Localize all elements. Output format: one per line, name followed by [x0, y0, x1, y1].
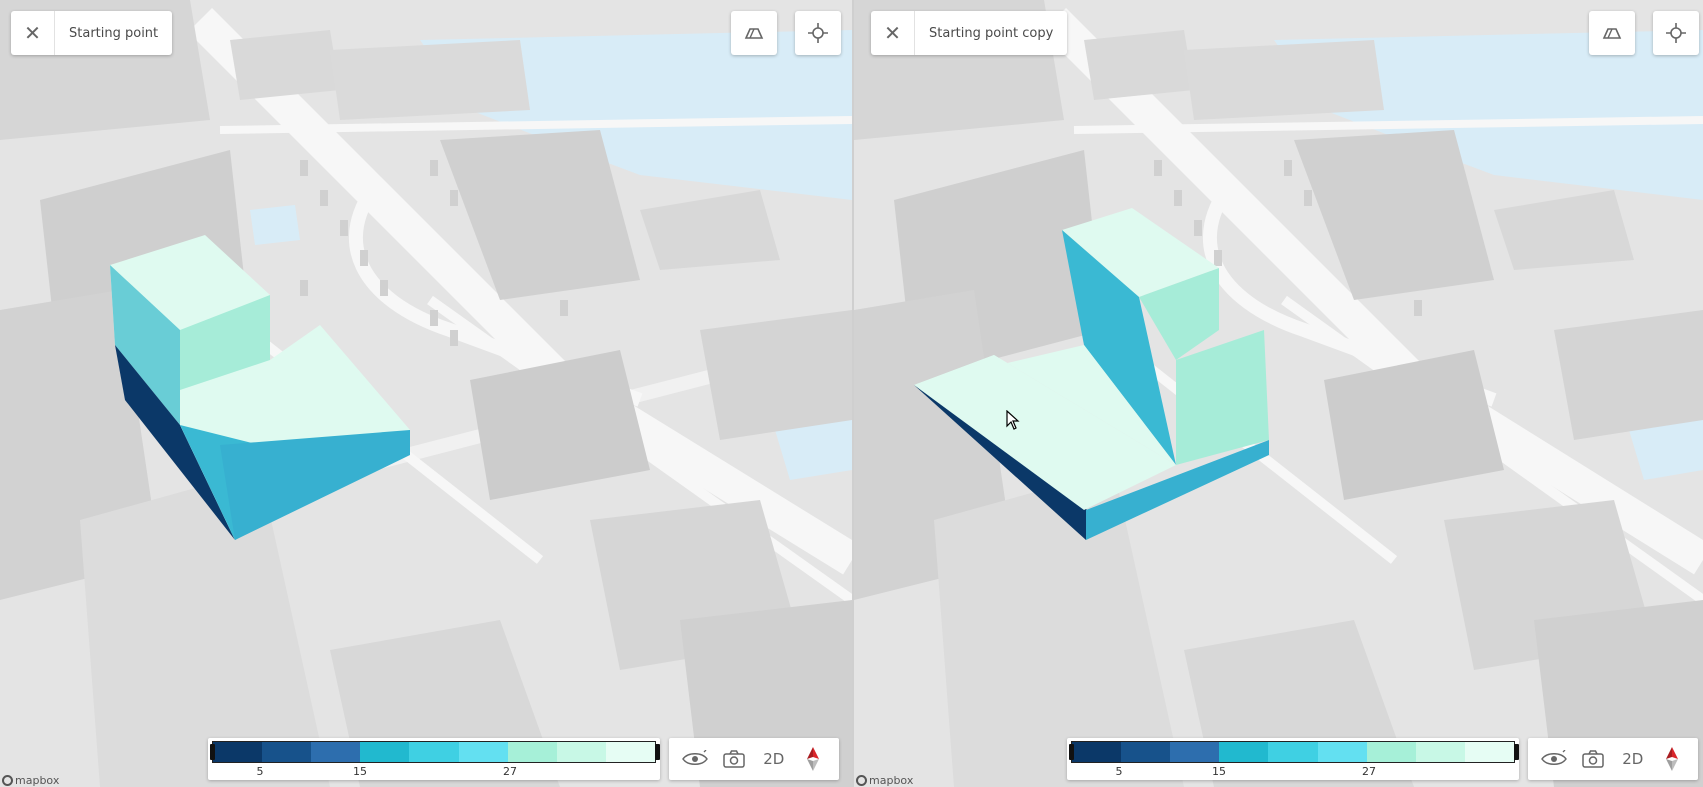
legend-swatch: [1366, 742, 1416, 762]
tilt-button[interactable]: [1589, 11, 1635, 55]
locate-button[interactable]: [795, 11, 841, 55]
close-icon: ✕: [884, 21, 901, 45]
mapbox-logo-text: mapbox: [15, 774, 60, 787]
map-canvas-left[interactable]: [0, 0, 852, 787]
color-legend: 5 15 27: [208, 738, 660, 780]
legend-swatch: [360, 742, 410, 762]
mapbox-attribution[interactable]: mapbox: [2, 774, 59, 787]
legend-swatch: [1268, 742, 1318, 762]
screenshot-button[interactable]: [1576, 742, 1610, 776]
eye-icon: [681, 750, 708, 765]
mouse-cursor-icon: [1006, 410, 1020, 430]
legend-swatch: [213, 742, 263, 762]
map-toolbar: 2D: [1528, 738, 1698, 780]
legend-swatch: [1170, 742, 1220, 762]
legend-swatch: [1464, 742, 1514, 762]
scenario-title: Starting point copy: [929, 25, 1054, 41]
legend-gradient-bar: [212, 741, 656, 763]
locate-icon: [808, 23, 828, 43]
scenario-title-box: ✕ Starting point: [11, 11, 173, 55]
legend-swatch: [1415, 742, 1465, 762]
map-canvas-right[interactable]: [854, 0, 1703, 787]
tilt-button[interactable]: [731, 11, 777, 55]
locate-button[interactable]: [1653, 11, 1699, 55]
legend-tick: 27: [1362, 765, 1376, 778]
compass-icon: [807, 747, 820, 771]
visibility-button[interactable]: [1537, 742, 1571, 776]
close-button[interactable]: ✕: [871, 11, 915, 55]
camera-icon: [1582, 750, 1604, 768]
tilt-icon: [744, 28, 764, 39]
view-mode-toggle[interactable]: 2D: [1616, 742, 1650, 776]
screenshot-button[interactable]: [717, 742, 751, 776]
scenario-title: Starting point: [69, 25, 159, 41]
map-pane-left[interactable]: ✕ Starting point 5 15 27 2D mapbox: [0, 0, 852, 787]
legend-tick: 15: [1212, 765, 1226, 778]
compass-button[interactable]: [1655, 742, 1689, 776]
legend-swatch: [556, 742, 606, 762]
scenario-title-box: ✕ Starting point copy: [871, 11, 1068, 55]
mapbox-logo-icon: [2, 775, 13, 786]
legend-tick: 5: [256, 765, 264, 778]
legend-swatch: [507, 742, 557, 762]
compass-icon: [1666, 747, 1679, 771]
camera-icon: [723, 750, 745, 768]
legend-swatch: [1072, 742, 1122, 762]
legend-range-handle-min[interactable]: [210, 744, 215, 760]
compass-button[interactable]: [796, 742, 830, 776]
color-legend: 5 15 27: [1067, 738, 1519, 780]
mapbox-attribution[interactable]: mapbox: [856, 774, 913, 787]
legend-tick: 5: [1115, 765, 1123, 778]
mapbox-logo-text: mapbox: [869, 774, 914, 787]
legend-swatch: [1219, 742, 1269, 762]
legend-swatch: [262, 742, 312, 762]
map-pane-right[interactable]: ✕ Starting point copy 5 15 27 2D mapbox: [854, 0, 1703, 787]
legend-tick: 27: [503, 765, 517, 778]
legend-swatch: [605, 742, 655, 762]
legend-swatch: [1317, 742, 1367, 762]
view-mode-toggle[interactable]: 2D: [757, 742, 791, 776]
visibility-button[interactable]: [678, 742, 712, 776]
legend-range-handle-max[interactable]: [1514, 744, 1519, 760]
legend-range-handle-max[interactable]: [655, 744, 660, 760]
mapbox-logo-icon: [856, 775, 867, 786]
legend-tick: 15: [353, 765, 367, 778]
close-icon: ✕: [24, 21, 41, 45]
legend-gradient-bar: [1071, 741, 1515, 763]
map-toolbar: 2D: [669, 738, 839, 780]
legend-swatch: [409, 742, 459, 762]
tilt-icon: [1602, 28, 1622, 39]
locate-icon: [1666, 23, 1686, 43]
close-button[interactable]: ✕: [11, 11, 55, 55]
legend-range-handle-min[interactable]: [1069, 744, 1074, 760]
legend-swatch: [311, 742, 361, 762]
legend-swatch: [458, 742, 508, 762]
legend-swatch: [1121, 742, 1171, 762]
eye-icon: [1540, 750, 1567, 765]
